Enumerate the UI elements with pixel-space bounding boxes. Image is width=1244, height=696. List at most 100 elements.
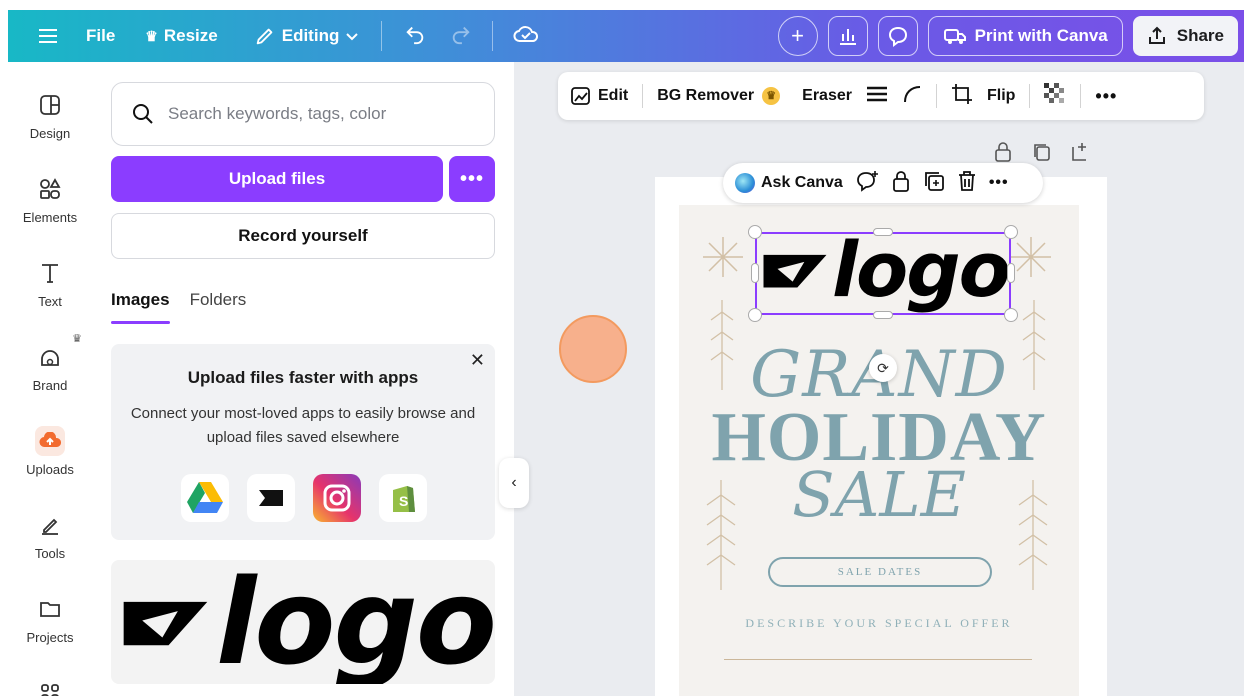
sale-dates-pill[interactable]: SALE DATES (768, 557, 992, 587)
ask-canva-button[interactable]: Ask Canva (735, 173, 843, 193)
record-yourself-button[interactable]: Record yourself (111, 213, 495, 259)
rail-item-design[interactable]: Design (8, 90, 92, 141)
resize-handle[interactable] (1004, 308, 1018, 322)
google-drive-icon[interactable] (181, 474, 229, 522)
folder-icon (35, 594, 65, 624)
promo-title: Upload files faster with apps (187, 368, 419, 387)
cloud-saved-icon[interactable] (513, 23, 539, 50)
selection-box[interactable] (755, 232, 1011, 315)
collapse-panel-button[interactable]: ‹ (499, 458, 529, 508)
lock-icon[interactable] (891, 170, 911, 197)
editing-label: Editing (281, 26, 340, 45)
canva-assistant-icon (735, 173, 755, 193)
divider (381, 21, 383, 51)
share-label: Share (1176, 26, 1224, 45)
flyer-headline-sale[interactable]: SALE (679, 458, 1079, 531)
file-label: File (86, 26, 116, 45)
undo-icon[interactable] (404, 23, 426, 50)
uploaded-image-thumbnail[interactable]: logo (111, 560, 495, 684)
share-button[interactable]: Share (1132, 16, 1238, 56)
resize-handle[interactable] (1007, 263, 1015, 283)
tab-images[interactable]: Images (111, 290, 170, 324)
edit-label: Edit (598, 87, 629, 104)
thumbnail-logo-text: logo (215, 560, 495, 684)
print-with-canva-button[interactable]: Print with Canva (927, 16, 1123, 56)
corner-rounding-icon[interactable] (902, 84, 922, 109)
duplicate-page-icon[interactable] (1032, 142, 1050, 167)
apps-grid-icon (35, 678, 65, 696)
bg-remover-button[interactable]: BG Remover ♛ (657, 87, 781, 105)
more-options-icon[interactable]: ••• (989, 174, 1009, 192)
special-offer-text[interactable]: DESCRIBE YOUR SPECIAL OFFER (679, 616, 1079, 631)
rail-item-text[interactable]: Text (8, 258, 92, 309)
instagram-icon[interactable] (313, 474, 361, 522)
divider (1080, 84, 1082, 108)
upload-files-button[interactable]: Upload files (111, 156, 443, 202)
search-placeholder: Search keywords, tags, color (168, 104, 387, 123)
upload-cloud-icon (35, 426, 65, 456)
resize-button[interactable]: ♛ Resize (145, 26, 217, 46)
bg-remover-label: BG Remover (657, 87, 755, 104)
rail-item-projects[interactable]: Projects (8, 594, 92, 645)
resize-handle[interactable] (1004, 225, 1018, 239)
promo-description: Connect your most-loved apps to easily b… (130, 405, 476, 446)
print-label: Print with Canva (974, 26, 1108, 45)
rail-item-elements[interactable]: Elements (8, 174, 92, 225)
add-icon[interactable]: + (777, 16, 818, 56)
border-style-icon[interactable] (866, 85, 888, 108)
resize-handle[interactable] (873, 228, 893, 236)
rail-item-apps[interactable] (8, 678, 92, 696)
delivery-truck-icon (943, 29, 966, 44)
top-bar: File ♛ Resize Editing + Print with Canva… (8, 10, 1244, 62)
comment-add-icon[interactable] (855, 170, 879, 197)
transparency-icon[interactable] (1044, 82, 1067, 110)
rail-label: Elements (22, 210, 78, 225)
hamburger-menu-icon[interactable] (26, 10, 70, 62)
upload-more-options-button[interactable]: ••• (449, 156, 495, 202)
tab-folders[interactable]: Folders (190, 290, 247, 310)
editing-mode-dropdown[interactable]: Editing (254, 25, 360, 47)
add-page-icon[interactable] (1070, 142, 1088, 167)
redo-icon[interactable] (450, 23, 472, 50)
divider (492, 21, 494, 51)
resize-handle[interactable] (748, 225, 762, 239)
uploads-panel: Search keywords, tags, color Upload file… (96, 62, 514, 696)
flip-label: Flip (986, 87, 1016, 104)
image-context-toolbar: Edit BG Remover ♛ Eraser Flip ••• (558, 72, 1204, 120)
search-field[interactable]: Search keywords, tags, color (111, 82, 495, 146)
comment-icon[interactable] (877, 16, 918, 56)
insights-chart-icon[interactable] (827, 16, 868, 56)
rotate-handle-icon[interactable]: ⟳ (869, 354, 897, 382)
shopify-icon[interactable]: S (379, 474, 427, 522)
rail-item-uploads[interactable]: Uploads (8, 426, 92, 477)
rail-item-tools[interactable]: Tools (8, 510, 92, 561)
duplicate-icon[interactable] (923, 170, 945, 197)
trash-icon[interactable] (957, 170, 977, 197)
eraser-button[interactable]: Eraser (802, 87, 852, 105)
resize-label: Resize (163, 26, 218, 45)
crown-icon: ♛ (762, 87, 781, 105)
chevron-down-icon (346, 33, 359, 41)
resize-handle[interactable] (748, 308, 762, 322)
pointer-highlight (559, 315, 627, 383)
resize-handle[interactable] (751, 263, 759, 283)
resize-handle[interactable] (873, 311, 893, 319)
brand-icon (35, 342, 65, 372)
rail-label: Uploads (26, 462, 74, 477)
rail-label: Tools (34, 546, 66, 561)
divider (642, 84, 644, 108)
dropbox-icon[interactable] (247, 474, 295, 522)
elements-icon (35, 174, 65, 204)
crop-icon[interactable] (951, 83, 973, 110)
file-menu[interactable]: File (86, 26, 115, 46)
divider (935, 84, 937, 108)
rail-item-brand[interactable]: ♛ Brand (8, 333, 92, 393)
rail-label: Projects (26, 630, 74, 645)
app-icons-row: S (181, 474, 427, 522)
tools-icon (35, 510, 65, 540)
more-options-icon[interactable]: ••• (1095, 86, 1117, 107)
flip-button[interactable]: Flip (987, 87, 1015, 105)
edit-image-button[interactable]: Edit (570, 85, 628, 107)
text-icon (35, 258, 65, 288)
pencil-icon (256, 28, 273, 45)
